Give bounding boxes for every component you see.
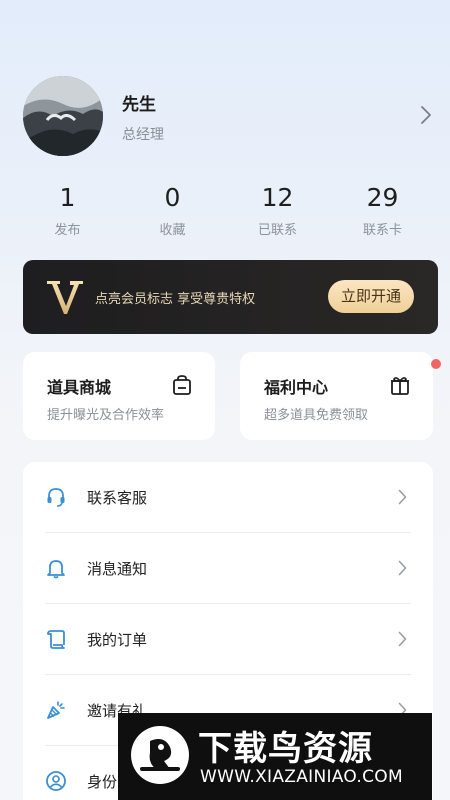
card-subtitle: 提升曝光及合作效率 bbox=[47, 408, 165, 423]
user-title: 总经理 bbox=[122, 127, 164, 143]
bell-icon bbox=[47, 560, 65, 579]
card-subtitle: 超多道具免费领取 bbox=[264, 408, 369, 423]
card-props-shop[interactable]: 道具商城 提升曝光及合作效率 bbox=[23, 352, 215, 440]
gift-icon bbox=[391, 377, 409, 395]
stat-label: 收藏 bbox=[159, 223, 186, 238]
card-title: 福利中心 bbox=[264, 378, 329, 397]
user-name: 先生 bbox=[122, 95, 156, 115]
vip-v-logo-icon bbox=[47, 281, 83, 314]
chevron-right-icon[interactable] bbox=[419, 104, 433, 126]
party-popper-icon bbox=[47, 701, 65, 719]
stat-label: 已联系 bbox=[257, 223, 297, 238]
menu-item-customer-service[interactable]: 联系客服 bbox=[23, 462, 433, 532]
stat-contacted[interactable]: 12 已联系 bbox=[225, 183, 330, 243]
menu-item-notifications[interactable]: 消息通知 bbox=[23, 533, 433, 603]
headset-icon bbox=[47, 488, 65, 507]
card-title: 道具商城 bbox=[47, 378, 112, 397]
watermark-url: WWW.XIAZAINIAO.COM bbox=[200, 767, 403, 787]
chevron-right-icon bbox=[398, 631, 407, 647]
menu-item-label: 消息通知 bbox=[87, 560, 148, 578]
stat-value: 29 bbox=[366, 183, 399, 212]
stat-favorites[interactable]: 0 收藏 bbox=[120, 183, 225, 243]
stat-value: 1 bbox=[59, 183, 76, 212]
stat-contact-cards[interactable]: 29 联系卡 bbox=[330, 183, 435, 243]
menu-item-label: 联系客服 bbox=[87, 489, 148, 507]
stat-label: 联系卡 bbox=[362, 223, 402, 238]
stat-value: 12 bbox=[261, 183, 294, 212]
chevron-right-icon bbox=[398, 560, 407, 576]
watermark-banner: 下载鸟资源 WWW.XIAZAINIAO.COM bbox=[118, 713, 432, 800]
menu-item-my-orders[interactable]: 我的订单 bbox=[23, 604, 433, 674]
menu-item-label: 我的订单 bbox=[87, 631, 148, 649]
vip-promo-text: 点亮会员标志 享受尊贵特权 bbox=[95, 292, 256, 307]
profile-header[interactable]: 先生 总经理 bbox=[23, 76, 433, 156]
user-circle-icon bbox=[46, 771, 66, 791]
vip-activate-button[interactable]: 立即开通 bbox=[328, 280, 414, 313]
shopping-bag-icon bbox=[173, 375, 191, 395]
menu-item-label: 身份 bbox=[87, 773, 118, 791]
stat-published[interactable]: 1 发布 bbox=[15, 183, 120, 243]
order-scroll-icon bbox=[47, 630, 65, 649]
bird-logo-icon bbox=[131, 726, 189, 784]
notification-dot bbox=[431, 359, 441, 369]
avatar-photo bbox=[23, 76, 103, 156]
stat-label: 发布 bbox=[54, 223, 81, 238]
card-welfare-center[interactable]: 福利中心 超多道具免费领取 bbox=[240, 352, 441, 440]
watermark-title: 下载鸟资源 bbox=[198, 729, 373, 769]
stats-bar: 1 发布 0 收藏 12 已联系 29 联系卡 bbox=[15, 183, 435, 243]
chevron-right-icon bbox=[398, 489, 407, 505]
stat-value: 0 bbox=[164, 183, 181, 212]
avatar[interactable] bbox=[23, 76, 103, 156]
vip-banner[interactable]: 点亮会员标志 享受尊贵特权 立即开通 bbox=[23, 260, 438, 334]
